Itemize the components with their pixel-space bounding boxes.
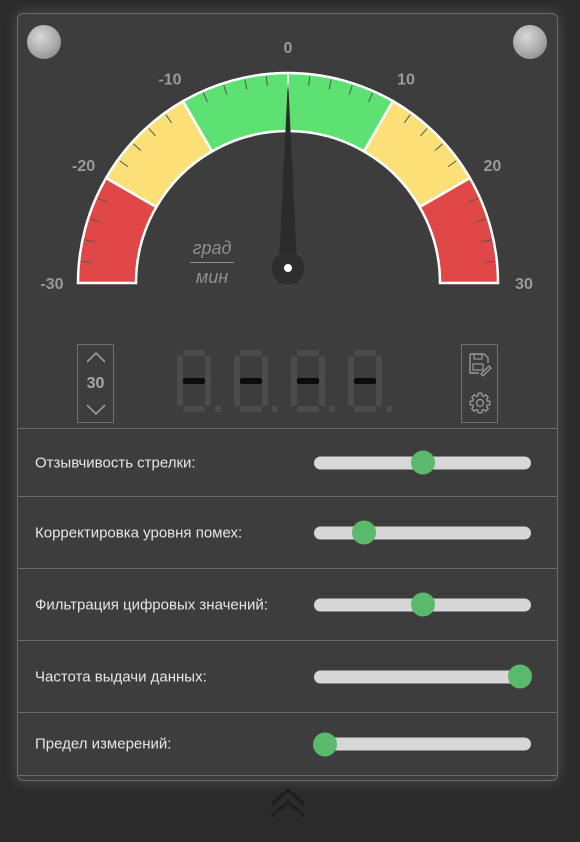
gauge-tick-label: 30: [515, 276, 533, 293]
chevron-up-icon[interactable]: [77, 345, 114, 369]
gear-icon[interactable]: [465, 388, 495, 418]
gauge-tick-label: 10: [397, 72, 415, 89]
setting-slider[interactable]: [314, 520, 531, 545]
slider-thumb[interactable]: [351, 520, 376, 545]
save-edit-icon[interactable]: [465, 349, 495, 379]
unit-numerator: град: [192, 238, 232, 258]
display-segment: [354, 378, 376, 384]
range-stepper: 30: [77, 344, 114, 423]
display-segment: [348, 381, 354, 406]
setting-row: Корректировка уровня помех:: [17, 496, 558, 568]
display-segment: [262, 356, 268, 381]
unit-denominator: мин: [195, 267, 229, 287]
slider-thumb[interactable]: [410, 592, 435, 617]
display-dot: [329, 406, 335, 412]
display-dot: [386, 406, 392, 412]
gauge: -30 -20 -10 0 10 20 30: [40, 40, 533, 293]
setting-row: Частота выдачи данных:: [17, 640, 558, 712]
setting-row: Отзывчивость стрелки:: [17, 428, 558, 496]
setting-row: Фильтрация цифровых значений:: [17, 568, 558, 640]
display-segment: [354, 350, 376, 356]
display-segment: [319, 381, 325, 406]
display-segment: [183, 350, 205, 356]
gauge-tick-label: -10: [158, 72, 181, 89]
display-segment: [291, 356, 297, 381]
display-segment: [205, 356, 211, 381]
gauge-tick-label: 20: [483, 158, 501, 175]
tool-panel: [461, 344, 498, 423]
display-dot: [215, 406, 221, 412]
display-segment: [183, 406, 205, 412]
setting-label: Предел измерений:: [35, 735, 172, 753]
gauge-tick-label: 0: [284, 40, 293, 57]
range-value: 30: [86, 374, 105, 392]
slider-thumb[interactable]: [312, 732, 337, 756]
display-dot: [272, 406, 278, 412]
setting-label: Отзывчивость стрелки:: [35, 454, 196, 471]
gauge-tick-label: -20: [72, 158, 95, 175]
setting-slider[interactable]: [314, 450, 531, 475]
gauge-tick-label: -30: [40, 276, 63, 293]
setting-slider[interactable]: [314, 664, 533, 689]
display-segment: [234, 356, 240, 381]
chevron-down-icon[interactable]: [77, 398, 114, 422]
setting-row: Предел измерений:: [17, 712, 558, 776]
display-segment: [205, 381, 211, 406]
display-segment: [240, 406, 262, 412]
digital-display: [177, 350, 392, 412]
display-segment: [240, 378, 262, 384]
display-segment: [177, 356, 183, 381]
display-segment: [240, 350, 262, 356]
setting-slider[interactable]: [314, 592, 531, 617]
display-segment: [297, 350, 319, 356]
display-segment: [319, 356, 325, 381]
display-segment: [177, 381, 183, 406]
display-segment: [376, 381, 382, 406]
display-segment: [354, 406, 376, 412]
display-segment: [234, 381, 240, 406]
display-segment: [376, 356, 382, 381]
display-segment: [183, 378, 205, 384]
double-chevron-up-icon[interactable]: [268, 786, 308, 822]
setting-label: Частота выдачи данных:: [35, 668, 207, 685]
setting-slider[interactable]: [312, 732, 531, 756]
slider-thumb[interactable]: [508, 664, 533, 689]
display-segment: [262, 381, 268, 406]
display-segment: [348, 356, 354, 381]
setting-label: Фильтрация цифровых значений:: [35, 596, 268, 613]
display-segment: [291, 381, 297, 406]
slider-thumb[interactable]: [410, 450, 435, 475]
display-segment: [297, 406, 319, 412]
display-segment: [297, 378, 319, 384]
unit-divider: [190, 262, 234, 263]
setting-label: Корректировка уровня помех:: [35, 524, 243, 541]
